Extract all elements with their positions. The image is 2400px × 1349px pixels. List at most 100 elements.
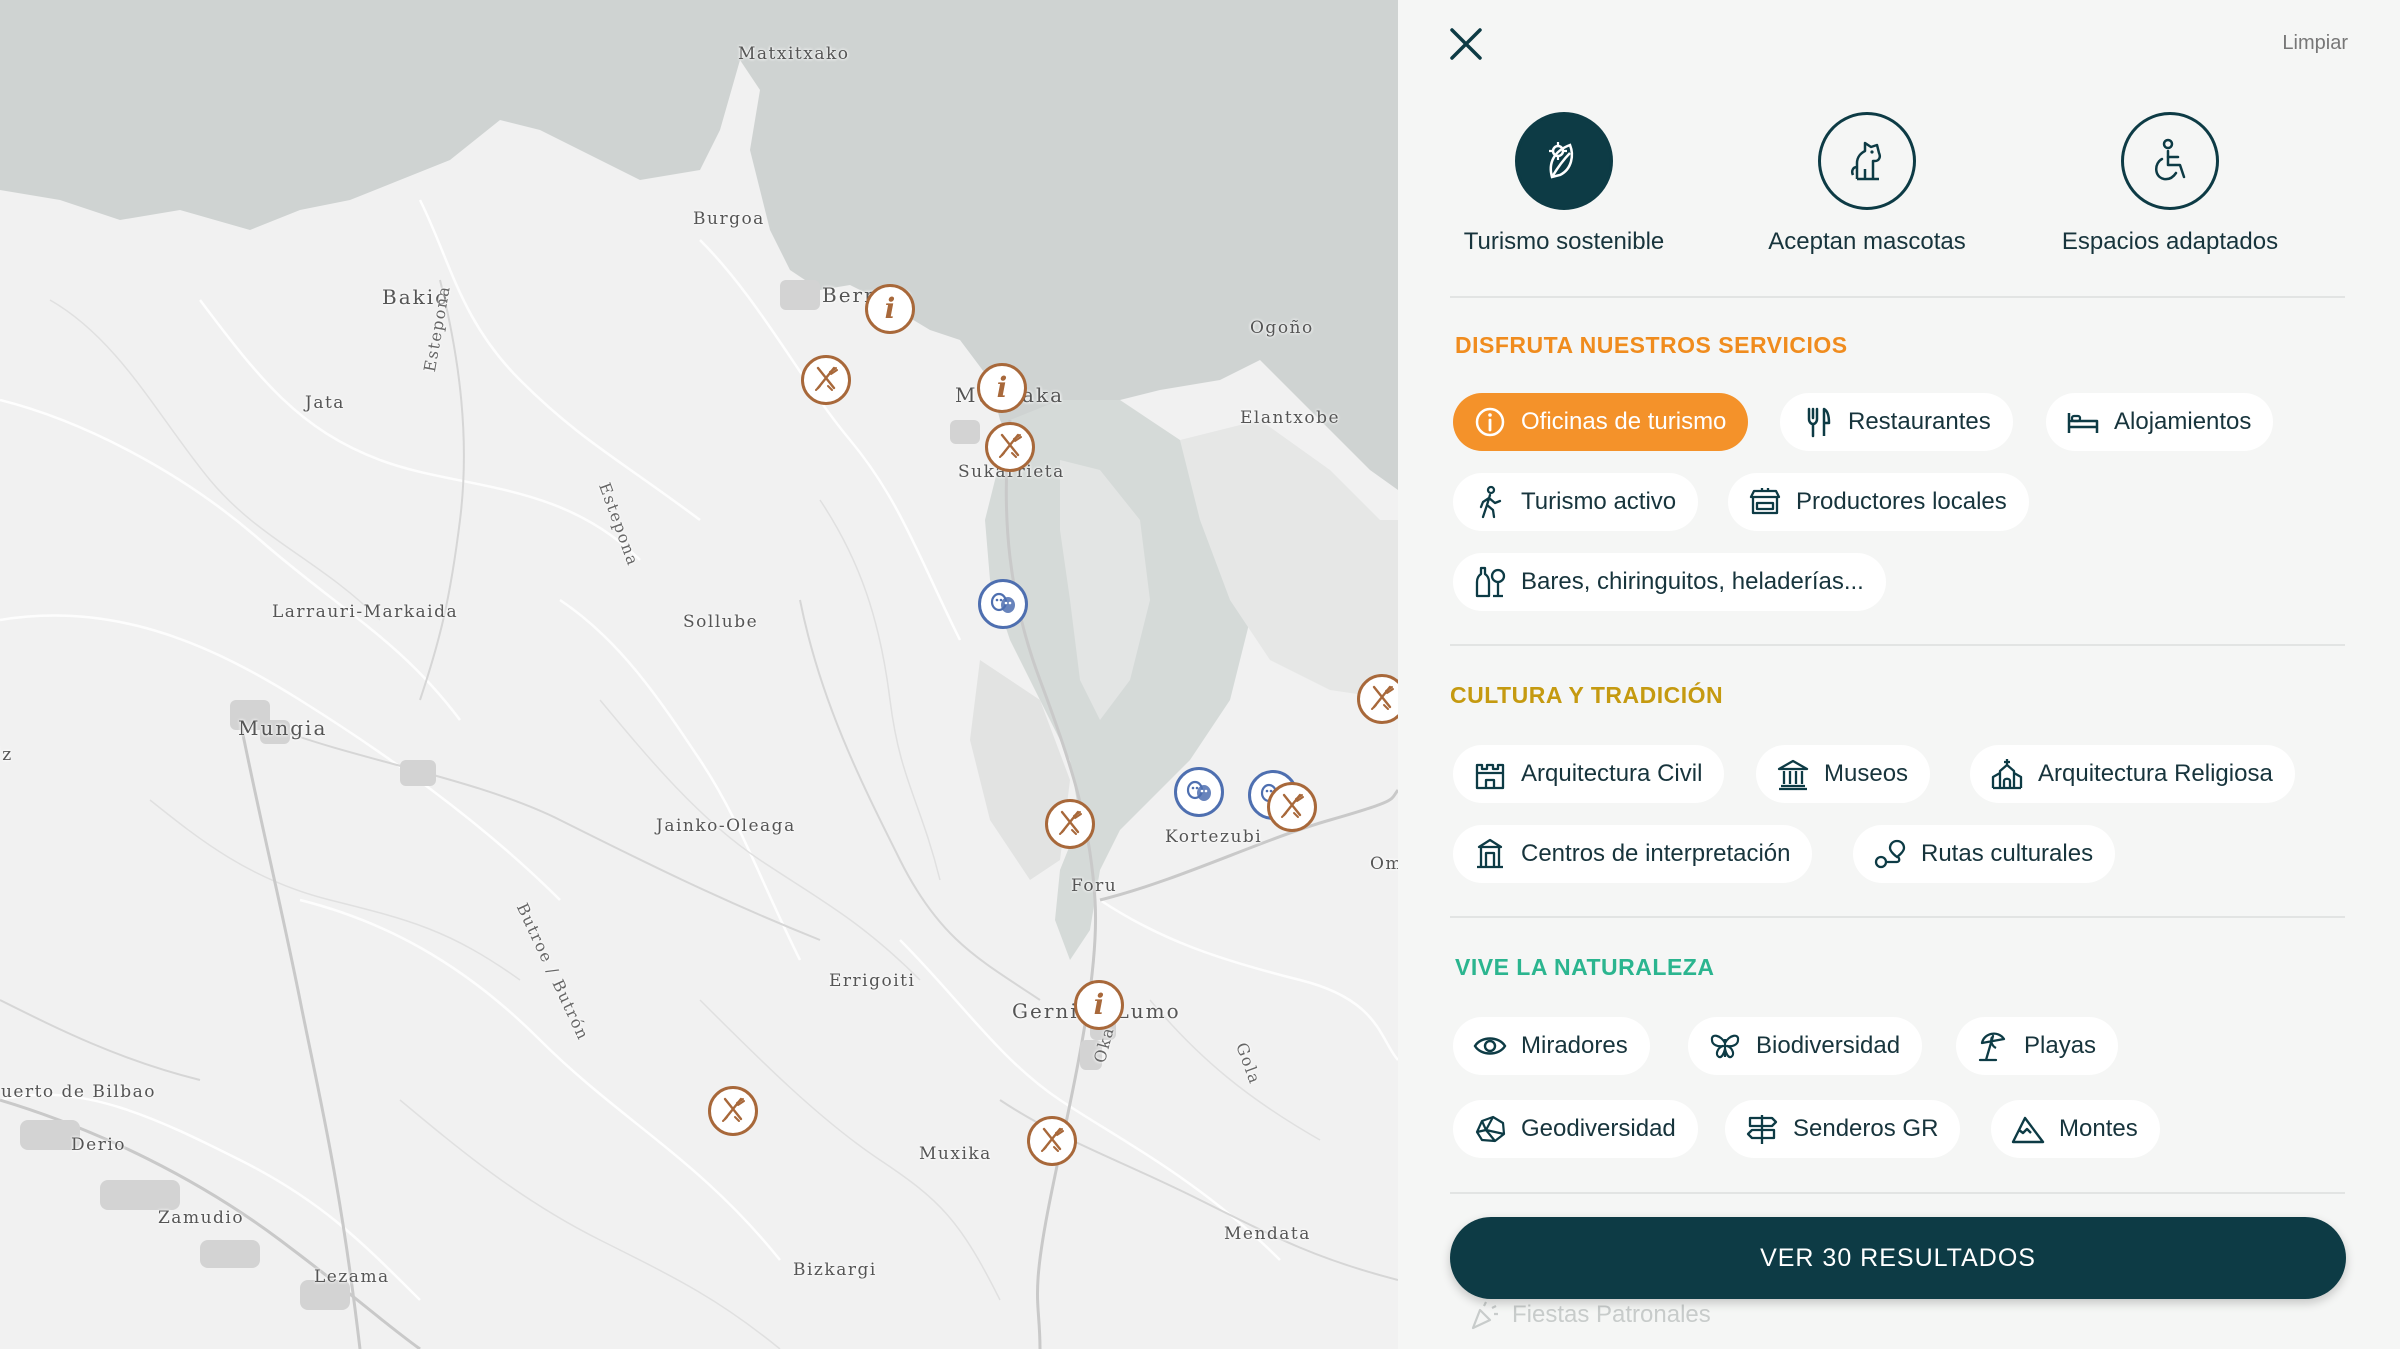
map-place-label: Derio xyxy=(71,1135,126,1155)
map-marker-restaurant[interactable] xyxy=(1267,782,1317,832)
chip-label: Miradores xyxy=(1521,1032,1628,1059)
map-place-label: Matxitxako xyxy=(738,44,850,64)
section-title-naturaleza: VIVE LA NATURALEZA xyxy=(1455,954,1715,980)
map-marker-info[interactable]: i xyxy=(977,363,1027,413)
party-icon xyxy=(1471,1301,1498,1330)
chip-centros-de-interpretacion[interactable]: Centros de interpretación xyxy=(1453,825,1813,883)
chip-senderos-gr[interactable]: Senderos GR xyxy=(1725,1100,1961,1158)
map-place-label: Mungia xyxy=(238,716,328,740)
fork-knife-icon xyxy=(1276,791,1308,823)
chip-label: Museos xyxy=(1824,760,1909,787)
section-title-servicios: DISFRUTA NUESTROS SERVICIOS xyxy=(1455,332,1848,358)
chip-arquitectura-civil[interactable]: Arquitectura Civil xyxy=(1453,745,1725,803)
map-place-label: Lezama xyxy=(314,1267,390,1287)
map-base xyxy=(0,0,1398,1349)
map-place-label: Jainko-Oleaga xyxy=(656,816,796,836)
chip-label: Turismo activo xyxy=(1521,488,1677,515)
chip-playas[interactable]: Playas xyxy=(1956,1017,2119,1075)
chip-bares[interactable]: Bares, chiringuitos, heladerías... xyxy=(1453,553,1886,611)
map-place-label: Bizkargi xyxy=(793,1260,877,1280)
chip-biodiversidad[interactable]: Biodiversidad xyxy=(1688,1017,1923,1075)
chip-label: Restaurantes xyxy=(1848,408,1991,435)
map-marker-restaurant[interactable] xyxy=(708,1086,758,1136)
map-view[interactable]: Matxitxako Burgoa Bakio Bermeo Ogoño Jata Este… xyxy=(0,0,1398,1349)
chip-productores-locales[interactable]: Productores locales xyxy=(1728,473,2029,531)
map-marker-restaurant[interactable] xyxy=(985,422,1035,472)
chip-alojamientos[interactable]: Alojamientos xyxy=(2046,393,2274,451)
map-place-label: Iz xyxy=(0,745,13,765)
map-place-label: Kortezubi xyxy=(1165,827,1263,847)
map-place-label: Elantxobe xyxy=(1240,408,1341,428)
chip-label: Oficinas de turismo xyxy=(1521,408,1727,435)
filter-turismo-sostenible[interactable]: Turismo sostenible xyxy=(1444,112,1684,256)
chip-label: Senderos GR xyxy=(1793,1115,1939,1142)
map-place-label: Foru xyxy=(1071,876,1118,896)
chip-turismo-activo[interactable]: Turismo activo xyxy=(1453,473,1699,531)
feature-label: Espacios adaptados xyxy=(2061,228,2279,255)
filter-aceptan-mascotas[interactable]: Aceptan mascotas xyxy=(1747,112,1987,256)
route-icon xyxy=(1874,839,1906,869)
feature-label: Aceptan mascotas xyxy=(1768,228,1966,255)
chip-label: Fiestas Patronales xyxy=(1512,1301,1711,1328)
view-results-button[interactable]: VER 30 RESULTADOS xyxy=(1450,1217,2346,1299)
fork-knife-icon xyxy=(1036,1125,1068,1157)
chip-montes[interactable]: Montes xyxy=(1991,1100,2160,1158)
info-icon: i xyxy=(1093,988,1105,1021)
chip-museos[interactable]: Museos xyxy=(1756,745,1931,803)
map-marker-restaurant[interactable] xyxy=(1045,799,1095,849)
chip-fiestas-patronales[interactable]: Fiestas Patronales xyxy=(1470,1300,1711,1330)
section-title-cultura: CULTURA Y TRADICIÓN xyxy=(1450,682,1724,708)
map-place-label: Zamudio xyxy=(158,1208,245,1228)
chip-label: Productores locales xyxy=(1796,488,2007,515)
info-icon: i xyxy=(996,371,1008,404)
map-marker-theatre[interactable] xyxy=(978,579,1028,629)
chip-label: Bares, chiringuitos, heladerías... xyxy=(1521,568,1864,595)
map-place-label: Ogoño xyxy=(1250,318,1314,338)
map-place-label: Sollube xyxy=(683,612,759,632)
fork-knife-icon xyxy=(994,431,1026,463)
chip-rutas-culturales[interactable]: Rutas culturales xyxy=(1853,825,2116,883)
chip-oficinas-de-turismo[interactable]: Oficinas de turismo xyxy=(1453,393,1749,451)
chip-restaurantes[interactable]: Restaurantes xyxy=(1780,393,2013,451)
map-place-label: Errigoiti xyxy=(829,971,916,991)
chip-label: Biodiversidad xyxy=(1756,1032,1901,1059)
info-icon: i xyxy=(884,292,896,325)
signpost-icon xyxy=(1746,1115,1778,1144)
church-icon xyxy=(1991,759,2023,790)
bottle-icon xyxy=(1475,566,1506,598)
filter-espacios-adaptados[interactable]: Espacios adaptados xyxy=(2050,112,2290,256)
market-stall-icon xyxy=(1749,488,1781,515)
theatre-masks-icon xyxy=(987,588,1019,620)
eye-icon xyxy=(1473,1037,1507,1055)
chip-label: Arquitectura Civil xyxy=(1521,760,1703,787)
chip-arquitectura-religiosa[interactable]: Arquitectura Religiosa xyxy=(1970,745,2295,803)
map-marker-info[interactable]: i xyxy=(865,284,915,334)
castle-icon xyxy=(1475,763,1505,790)
chip-label: Montes xyxy=(2059,1115,2138,1142)
butterfly-icon xyxy=(1710,1034,1740,1059)
map-marker-theatre[interactable] xyxy=(1174,767,1224,817)
map-place-label: Jata xyxy=(305,393,345,413)
map-marker-restaurant[interactable] xyxy=(801,355,851,405)
divider xyxy=(1450,296,2345,298)
fork-knife-icon xyxy=(1054,808,1086,840)
map-place-label: Muxika xyxy=(919,1144,992,1164)
clear-filters-link[interactable]: Limpiar xyxy=(2282,32,2348,55)
map-marker-info[interactable]: i xyxy=(1074,980,1124,1030)
map-place-label: Puerto de Bilbao xyxy=(0,1082,157,1102)
map-place-label: Om xyxy=(1370,854,1398,874)
sustainable-leaf-icon xyxy=(1515,112,1613,210)
map-marker-restaurant[interactable] xyxy=(1027,1116,1077,1166)
chip-label: Geodiversidad xyxy=(1521,1115,1676,1142)
filter-panel: Limpiar Turismo sostenible Aceptan masco… xyxy=(1398,0,2400,1349)
close-button[interactable] xyxy=(1446,24,1486,64)
divider xyxy=(1450,916,2345,918)
hiker-icon xyxy=(1479,485,1502,519)
chip-geodiversidad[interactable]: Geodiversidad xyxy=(1453,1100,1698,1158)
fork-knife-icon xyxy=(1807,407,1831,438)
rock-icon xyxy=(1475,1115,1506,1143)
dog-icon xyxy=(1818,112,1916,210)
chip-miradores[interactable]: Miradores xyxy=(1453,1017,1650,1075)
chip-label: Playas xyxy=(2024,1032,2097,1059)
close-icon xyxy=(1450,28,1482,60)
